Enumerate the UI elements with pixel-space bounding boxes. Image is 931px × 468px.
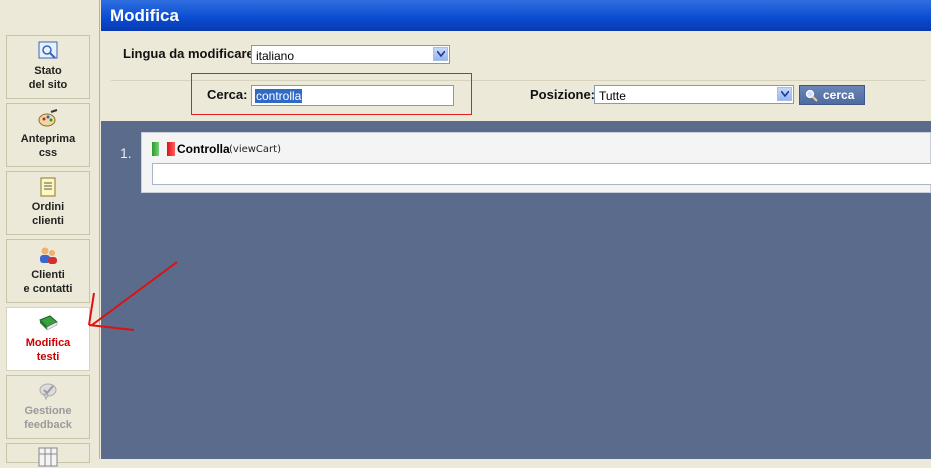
position-label: Posizione:	[530, 87, 596, 102]
search-input[interactable]: controlla	[251, 85, 454, 106]
sidebar-item-modifica-testi[interactable]: Modifica testi	[6, 307, 90, 371]
page-header: Modifica	[101, 0, 931, 31]
search-label: Cerca:	[207, 87, 248, 102]
position-select-value: Tutte	[599, 89, 626, 103]
sidebar-item-gestione-feedback[interactable]: Gestione feedback	[6, 375, 90, 439]
search-button-label: cerca	[823, 88, 855, 102]
result-key: (viewCart)	[229, 144, 281, 155]
sidebar-item-label: Clienti	[31, 269, 65, 281]
table-icon	[38, 447, 58, 467]
sidebar-item-clienti-e-contatti[interactable]: Clienti e contatti	[6, 239, 90, 303]
red-flag-icon[interactable]	[167, 142, 175, 156]
sidebar-item-label: Ordini	[31, 201, 65, 213]
book-icon	[39, 315, 58, 331]
sidebar-top	[0, 0, 99, 31]
language-select-value: italiano	[256, 49, 295, 63]
palette-icon	[38, 109, 58, 127]
result-item: Controlla (viewCart)	[141, 132, 931, 193]
language-label: Lingua da modificare:	[123, 46, 259, 61]
sidebar-item-label: Anteprima	[20, 133, 76, 145]
sidebar-item-label: e contatti	[23, 283, 73, 295]
sidebar-item-partial[interactable]	[6, 443, 90, 467]
green-flag-icon[interactable]	[152, 142, 159, 156]
site-status-icon	[38, 41, 58, 59]
sidebar-item-ordini-clienti[interactable]: Ordini clienti	[6, 171, 90, 235]
sidebar-item-label: testi	[36, 351, 60, 363]
sidebar-item-label: del sito	[28, 79, 68, 91]
orders-icon	[40, 177, 56, 197]
search-input-value: controlla	[255, 89, 303, 103]
language-select[interactable]: italiano	[251, 45, 450, 64]
arrow-annotation	[88, 261, 178, 331]
sidebar-item-label: Gestione	[24, 405, 72, 417]
users-icon	[40, 247, 57, 264]
sidebar-item-label: css	[38, 147, 58, 159]
results-area: 1. Controlla (viewCart)	[101, 121, 931, 459]
sidebar-item-stato-del-sito[interactable]: Stato del sito	[6, 35, 90, 99]
chevron-down-icon[interactable]	[433, 47, 448, 61]
position-select[interactable]: Tutte	[594, 85, 794, 104]
page-title: Modifica	[110, 6, 179, 25]
sidebar-item-label: Stato	[34, 65, 62, 77]
chevron-down-icon[interactable]	[777, 87, 792, 101]
sidebar-item-label: feedback	[24, 419, 72, 431]
sidebar: Stato del sito Anteprima css Ordini clie…	[0, 0, 100, 467]
magnifier-icon	[805, 89, 818, 102]
sidebar-item-label: clienti	[32, 215, 64, 227]
search-button[interactable]: cerca	[799, 85, 865, 105]
result-name: Controlla	[177, 142, 230, 156]
sidebar-item-label: Modifica	[25, 337, 71, 349]
sidebar-item-anteprima-css[interactable]: Anteprima css	[6, 103, 90, 167]
result-number: 1.	[120, 145, 132, 161]
search-form-panel: Lingua da modificare: italiano Cerca: co…	[101, 31, 931, 121]
result-text-field[interactable]	[152, 163, 931, 185]
feedback-icon	[39, 383, 57, 401]
